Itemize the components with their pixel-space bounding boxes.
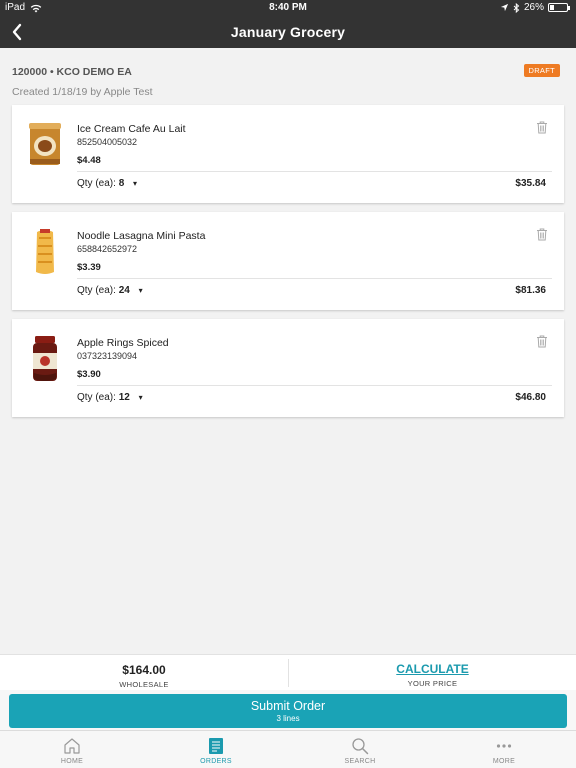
item-upc: 658842652972 xyxy=(77,244,138,254)
ice-cream-product-image xyxy=(29,123,61,165)
navigation-bar: January Grocery xyxy=(0,16,576,48)
item-total: $46.80 xyxy=(515,392,546,403)
bluetooth-icon xyxy=(513,2,520,13)
trash-icon[interactable] xyxy=(536,121,548,134)
created-label: Created 1/18/19 by Apple Test xyxy=(12,86,153,98)
quantity-selector[interactable]: Qty (ea): 24 ▾ xyxy=(77,285,143,296)
location-arrow-icon xyxy=(500,3,509,12)
qty-value: 12 xyxy=(118,392,130,403)
battery-icon xyxy=(548,3,570,12)
tab-bar: HOME ORDERS SEARCH MORE xyxy=(0,730,576,768)
caret-down-icon: ▾ xyxy=(133,179,138,188)
pasta-product-image xyxy=(36,229,54,274)
wholesale-summary: $164.00 WHOLESALE xyxy=(0,655,288,691)
submit-label: Submit Order xyxy=(250,699,326,713)
quantity-selector[interactable]: Qty (ea): 8 ▾ xyxy=(77,178,137,189)
trash-icon[interactable] xyxy=(536,335,548,348)
status-badge: DRAFT xyxy=(523,64,560,77)
qty-label: Qty (ea): xyxy=(77,392,116,403)
account-label: 120000 • KCO DEMO EA xyxy=(12,66,132,78)
item-upc: 852504005032 xyxy=(77,137,138,147)
divider xyxy=(77,171,552,172)
tab-label: ORDERS xyxy=(200,758,232,765)
order-header: 120000 • KCO DEMO EA Created 1/18/19 by … xyxy=(12,64,562,98)
qty-label: Qty (ea): xyxy=(77,285,116,296)
item-total: $35.84 xyxy=(515,178,546,189)
quantity-selector[interactable]: Qty (ea): 12 ▾ xyxy=(77,392,143,403)
wholesale-value: $164.00 xyxy=(122,663,166,677)
status-bar: iPad 8:40 PM 26% xyxy=(0,0,576,16)
qty-label: Qty (ea): xyxy=(77,178,116,189)
tab-label: MORE xyxy=(492,758,516,765)
qty-value: 8 xyxy=(118,178,125,189)
your-price-summary: CALCULATE YOUR PRICE xyxy=(288,659,576,688)
order-line-item[interactable]: Ice Cream Cafe Au Lait 852504005032 $4.4… xyxy=(12,105,564,203)
your-price-label: YOUR PRICE xyxy=(407,679,458,688)
divider xyxy=(77,385,552,386)
tab-label: HOME xyxy=(60,758,84,765)
item-name: Ice Cream Cafe Au Lait xyxy=(77,123,186,135)
item-name: Noodle Lasagna Mini Pasta xyxy=(77,230,206,242)
more-icon xyxy=(496,744,512,748)
caret-down-icon: ▾ xyxy=(138,393,143,402)
item-price: $3.39 xyxy=(77,262,101,273)
item-name: Apple Rings Spiced xyxy=(77,337,169,349)
tab-label: SEARCH xyxy=(344,758,376,765)
jar-product-image xyxy=(33,336,57,381)
tab-more[interactable]: MORE xyxy=(432,731,576,768)
tab-orders[interactable]: ORDERS xyxy=(144,731,288,768)
qty-value: 24 xyxy=(118,285,130,296)
trash-icon[interactable] xyxy=(536,228,548,241)
page-title: January Grocery xyxy=(230,24,346,40)
order-line-item[interactable]: Apple Rings Spiced 037323139094 $3.90 Qt… xyxy=(12,319,564,417)
order-content: 120000 • KCO DEMO EA Created 1/18/19 by … xyxy=(0,48,576,654)
item-upc: 037323139094 xyxy=(77,351,138,361)
caret-down-icon: ▾ xyxy=(138,286,143,295)
item-price: $4.48 xyxy=(77,155,101,166)
tab-search[interactable]: SEARCH xyxy=(288,731,432,768)
submit-area: Submit Order 3 lines xyxy=(0,690,576,730)
divider xyxy=(77,278,552,279)
wholesale-label: WHOLESALE xyxy=(119,680,169,689)
home-icon xyxy=(64,738,80,754)
item-price: $3.90 xyxy=(77,369,101,380)
submit-order-button[interactable]: Submit Order 3 lines xyxy=(9,694,567,728)
battery-percent: 26% xyxy=(523,2,544,13)
search-icon xyxy=(352,738,369,755)
order-summary: $164.00 WHOLESALE CALCULATE YOUR PRICE xyxy=(0,654,576,690)
orders-icon xyxy=(209,738,223,754)
clock: 8:40 PM xyxy=(269,2,307,13)
item-total: $81.36 xyxy=(515,285,546,296)
tab-home[interactable]: HOME xyxy=(0,731,144,768)
calculate-link[interactable]: CALCULATE xyxy=(289,662,576,676)
submit-sublabel: 3 lines xyxy=(276,714,300,723)
order-line-item[interactable]: Noodle Lasagna Mini Pasta 658842652972 $… xyxy=(12,212,564,310)
